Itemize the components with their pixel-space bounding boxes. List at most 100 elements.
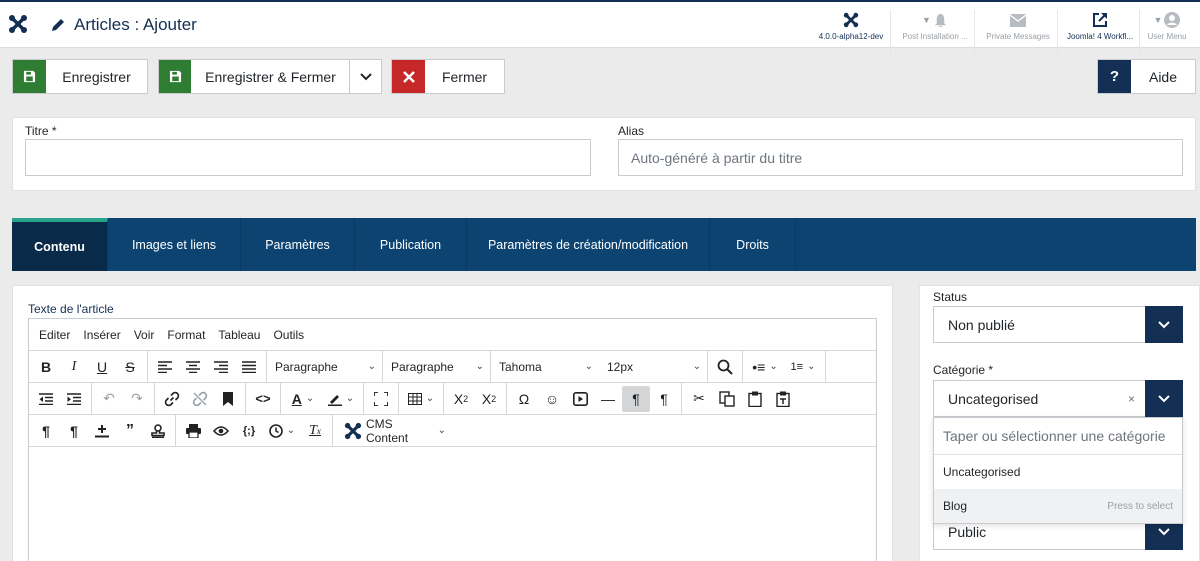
text-color-icon[interactable]: A ⌄ [284,386,322,412]
datetime-icon[interactable]: ⌄ [263,418,301,444]
bookmark-icon[interactable] [214,386,242,412]
article-text-label: Texte de l'article [28,302,114,316]
align-justify-icon[interactable] [235,354,263,380]
joomla-icon [344,422,362,440]
bold-icon[interactable]: B [32,354,60,380]
save-close-button[interactable]: Enregistrer & Fermer [158,59,382,94]
question-icon: ? [1098,60,1131,93]
show-blocks-icon[interactable]: ¶ [60,418,88,444]
tab-publishing[interactable]: Publication [355,218,467,271]
category-search-input[interactable]: Taper ou sélectionner une catégorie [934,418,1182,455]
subscript-icon[interactable]: X2 [447,386,475,412]
chevron-down-icon: ⌄ [367,361,376,372]
rtl-icon[interactable]: ¶ [650,386,678,412]
media-icon[interactable] [566,386,594,412]
paste-text-icon[interactable] [769,386,797,412]
tab-content[interactable]: Contenu [12,218,108,271]
emoticons-icon[interactable]: ☺ [538,386,566,412]
superscript-icon[interactable]: X2 [475,386,503,412]
search-replace-icon[interactable] [711,354,739,380]
chevron-down-icon [1145,306,1183,343]
print-icon[interactable] [179,418,207,444]
preview-icon[interactable] [207,418,235,444]
status-select[interactable]: Non publié [933,306,1183,343]
align-center-icon[interactable] [179,354,207,380]
link-icon[interactable] [158,386,186,412]
font-size-select[interactable]: 12px ⌄ [599,354,707,380]
strikethrough-icon[interactable]: S [116,354,144,380]
align-right-icon[interactable] [207,354,235,380]
header-version[interactable]: 4.0.0-alpha12-dev [811,10,891,58]
alias-input[interactable]: Auto-généré à partir du titre [618,139,1183,176]
header-post-installation[interactable]: ▼ Post Installation ... [895,10,975,58]
chevron-down-icon: ⌄ [437,425,446,436]
menu-table[interactable]: Tableau [218,328,260,342]
style-format-select[interactable]: Paragraphe ⌄ [383,354,490,380]
press-hint: Press to select [1107,500,1173,512]
paste-icon[interactable] [741,386,769,412]
tab-options[interactable]: Paramètres [241,218,355,271]
chevron-down-icon [360,72,372,81]
horizontal-rule-icon[interactable]: — [594,386,622,412]
close-button[interactable]: Fermer [391,59,505,94]
numbered-list-icon[interactable]: 1≡ ⌄ [784,354,822,380]
special-char-icon[interactable]: Ω [510,386,538,412]
joomla-logo-icon[interactable] [8,14,28,34]
unlink-icon[interactable] [186,386,214,412]
align-left-icon[interactable] [151,354,179,380]
status-label: Status [933,290,968,304]
menu-tools[interactable]: Outils [273,328,304,342]
header-user-menu[interactable]: ▼ User Menu [1134,10,1200,41]
menu-insert[interactable]: Insérer [83,328,120,342]
joomla-icon [843,12,859,28]
category-option[interactable]: Uncategorised [934,455,1182,489]
title-label: Titre * [25,124,57,138]
editor-content-area[interactable] [29,448,876,561]
help-button[interactable]: ? Aide [1097,59,1196,94]
paragraph-icon[interactable]: ¶ [32,418,60,444]
tab-images-links[interactable]: Images et liens [108,218,241,271]
bullet-list-icon[interactable]: •≡ ⌄ [746,354,784,380]
blockquote-icon[interactable]: ” [116,418,144,444]
block-format-select[interactable]: Paragraphe ⌄ [267,354,382,380]
chevron-down-icon [1145,380,1183,417]
copy-icon[interactable] [713,386,741,412]
header-workflow-link[interactable]: Joomla! 4 Workfl... [1060,10,1140,58]
menu-edit[interactable]: Editer [39,328,70,342]
highlight-color-icon[interactable]: ⌄ [322,386,360,412]
envelope-icon [1010,13,1026,27]
chevron-down-icon: ▼ [1153,15,1163,25]
clear-formatting-icon[interactable]: Tx [301,418,329,444]
ltr-icon[interactable]: ¶ [622,385,650,412]
redo-icon[interactable]: ↷ [123,386,151,412]
category-select[interactable]: Uncategorised × [933,380,1183,417]
fullscreen-icon[interactable] [367,386,395,412]
header: Articles : Ajouter 4.0.0-alpha12-dev ▼ P… [0,0,1200,58]
category-dropdown: Taper ou sélectionner une catégorie Unca… [933,417,1183,524]
stamp-icon[interactable] [144,418,172,444]
page-title: Articles : Ajouter [74,15,197,34]
clear-icon[interactable]: × [1128,392,1135,406]
font-family-select[interactable]: Tahoma ⌄ [491,354,599,380]
category-option[interactable]: Blog Press to select [934,489,1182,523]
save-button[interactable]: Enregistrer [12,59,148,94]
code-icon[interactable]: <> [249,386,277,412]
menu-format[interactable]: Format [167,328,205,342]
table-icon[interactable]: ⌄ [402,386,440,412]
outdent-icon[interactable] [32,386,60,412]
template-icon[interactable]: {;} [235,418,263,444]
underline-icon[interactable]: U [88,354,116,380]
tab-editing-options[interactable]: Paramètres de création/modification [467,218,710,271]
toolbar-row-1: B I U S Paragraphe ⌄ Paragraphe ⌄ Tahoma ⌄ … [29,350,876,383]
cms-content-button[interactable]: CMS Content ⌄ [336,417,452,445]
tab-permissions[interactable]: Droits [710,218,796,271]
save-options-dropdown[interactable] [349,60,381,93]
header-private-messages[interactable]: Private Messages [978,10,1058,58]
undo-icon[interactable]: ↶ [95,386,123,412]
indent-icon[interactable] [60,386,88,412]
italic-icon[interactable]: I [60,354,88,380]
insert-after-icon[interactable] [88,418,116,444]
cut-icon[interactable]: ✂ [685,386,713,412]
menu-view[interactable]: Voir [134,328,155,342]
title-input[interactable] [25,139,591,176]
